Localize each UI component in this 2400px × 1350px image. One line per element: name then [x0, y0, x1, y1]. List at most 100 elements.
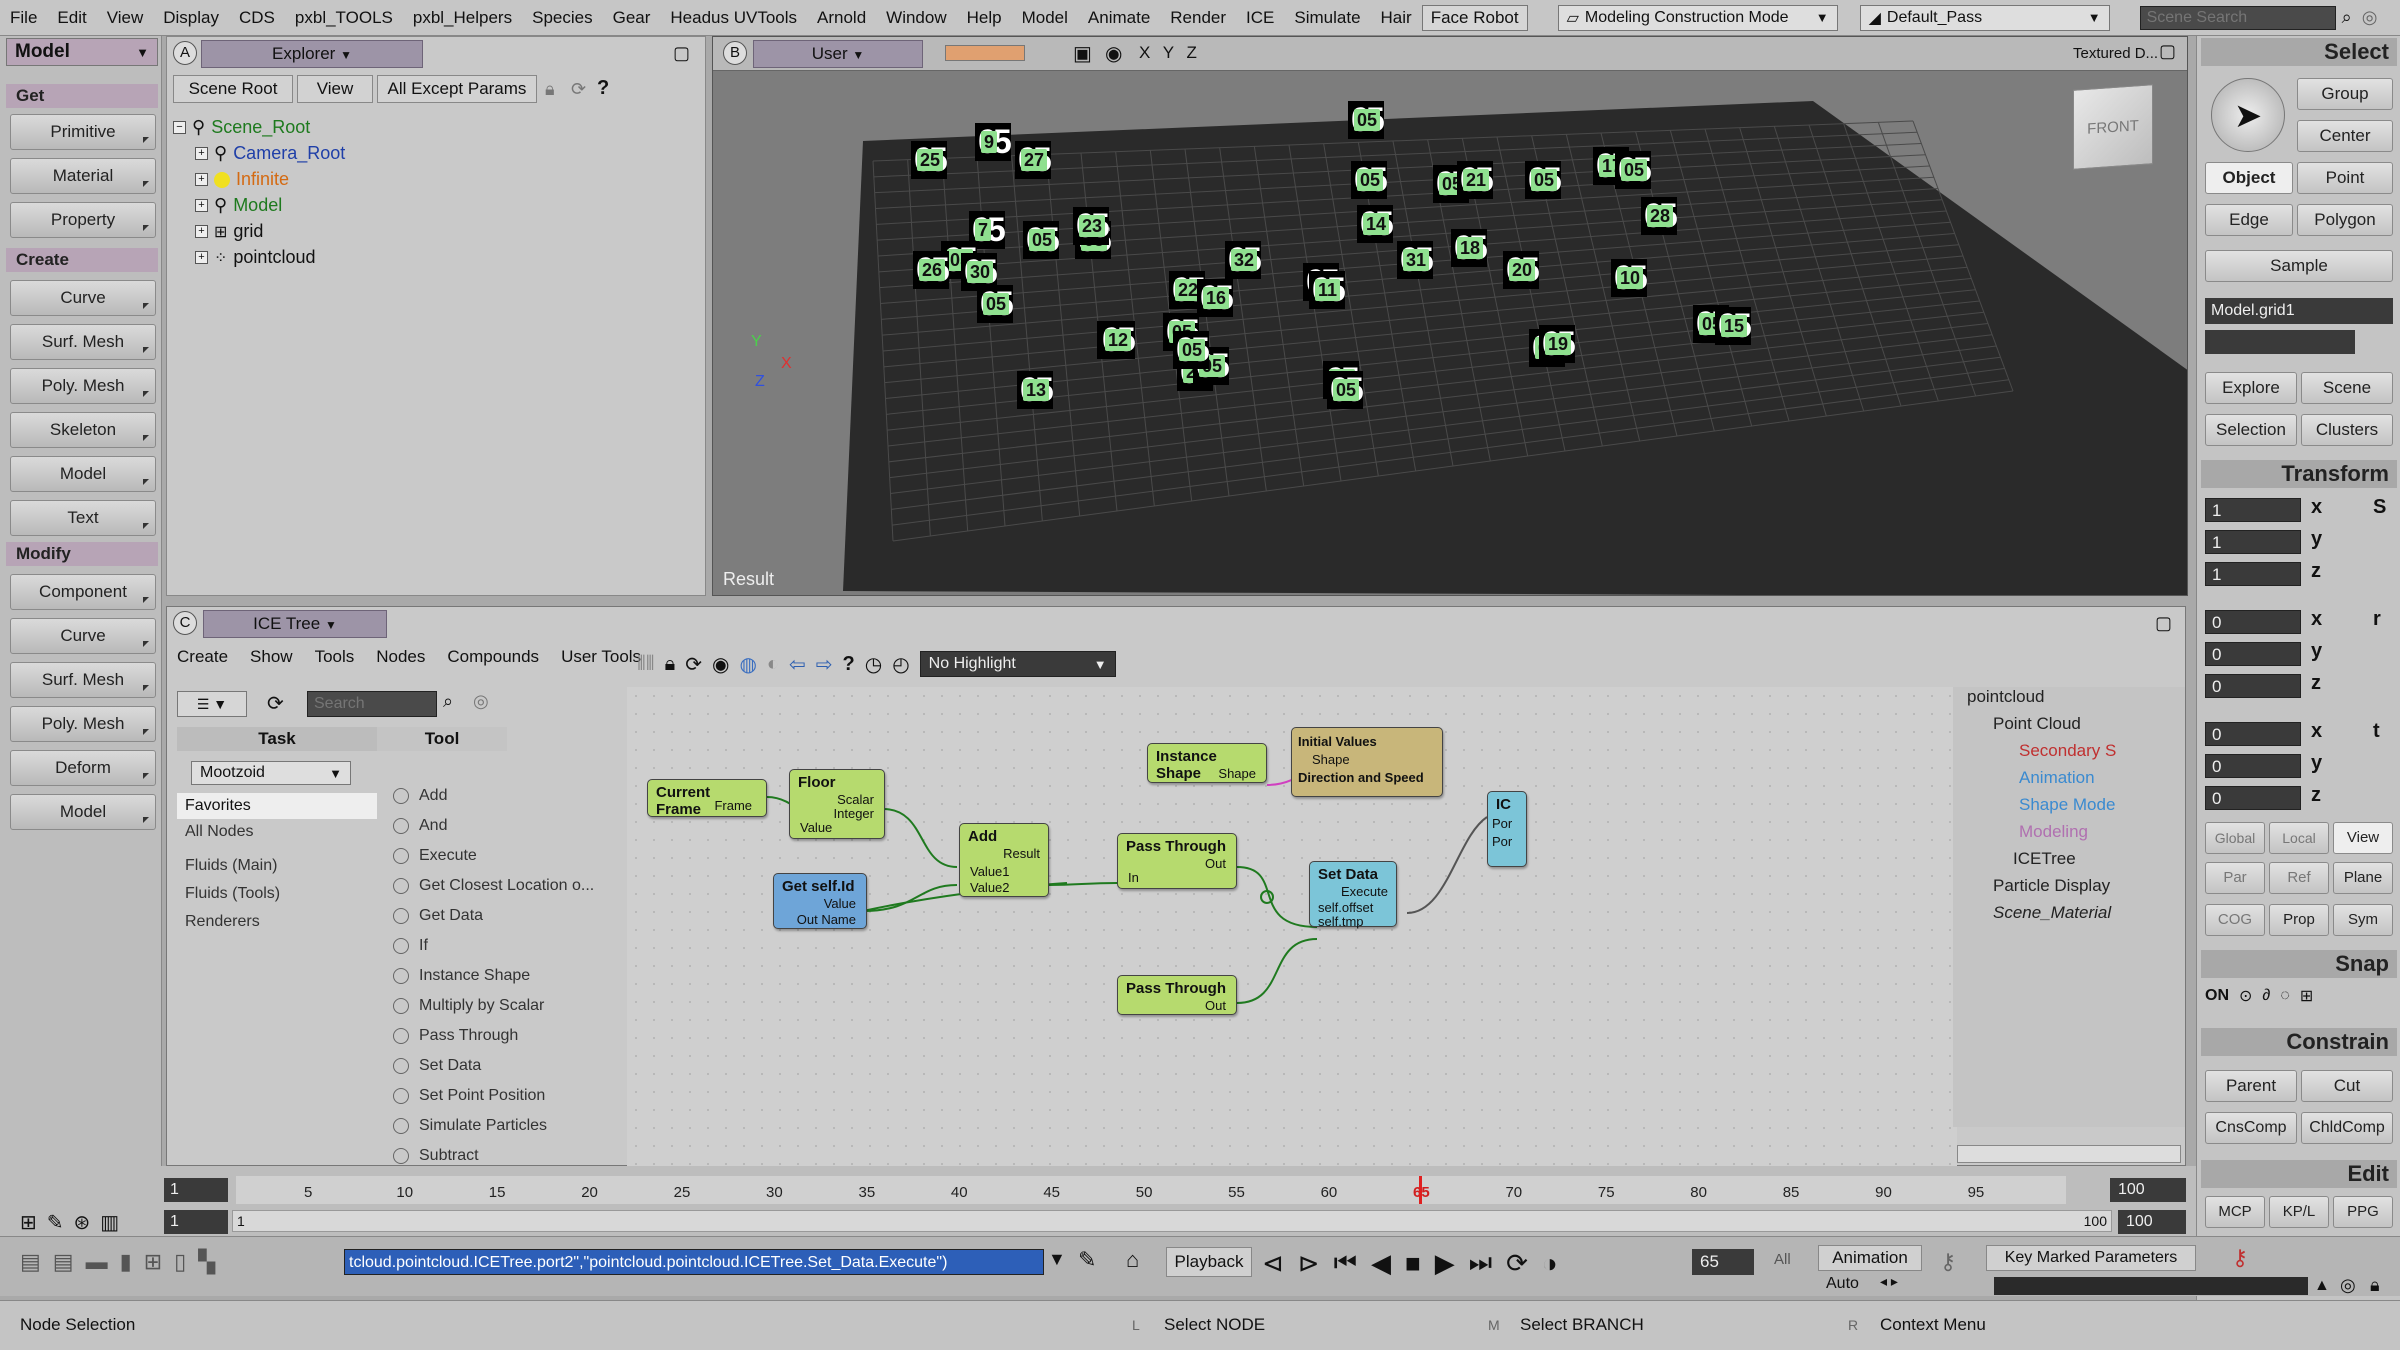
help-icon[interactable]: ? [843, 653, 855, 676]
scene-search-input[interactable] [2139, 5, 2336, 30]
tree-item-model[interactable]: + ⚲ Model [195, 195, 282, 216]
node-floor[interactable]: Floor Scalar Integer Value [789, 769, 885, 839]
par-button[interactable]: Par [2205, 862, 2265, 894]
menu-headus[interactable]: Headus UVTools [660, 8, 807, 28]
stop-icon[interactable]: ■ [1405, 1248, 1421, 1279]
tab-task[interactable]: Task [177, 727, 377, 751]
camera-select[interactable]: User ▼ [753, 40, 923, 68]
menu-model[interactable]: Model [1012, 8, 1078, 28]
scale-x-field[interactable]: 1 [2205, 498, 2301, 522]
construction-mode-select[interactable]: ▱ Modeling Construction Mode ▼ [1557, 4, 1838, 31]
expand-icon[interactable]: + [195, 251, 208, 264]
port-integer[interactable]: Integer [834, 806, 874, 821]
arrow-right-icon[interactable]: ⇨ [816, 652, 833, 677]
scale-y-field[interactable]: 1 [2205, 530, 2301, 554]
layout-3-icon[interactable]: ▬ [86, 1249, 108, 1275]
translate-x-field[interactable]: 0 [2205, 722, 2301, 746]
ice-explorer-item[interactable]: ICETree [2013, 849, 2076, 869]
ice-explorer-item[interactable]: Point Cloud [1993, 714, 2081, 734]
port-value[interactable]: Value [824, 896, 856, 911]
scene-button[interactable]: Scene [2301, 372, 2393, 404]
translate-z-field[interactable]: 0 [2205, 786, 2301, 810]
modify-model-button[interactable]: Model [10, 794, 156, 830]
sym-button[interactable]: Sym [2333, 904, 2393, 936]
layout-2-icon[interactable]: ▤ [53, 1249, 74, 1275]
scale-z-field[interactable]: 1 [2205, 562, 2301, 586]
modify-deform-button[interactable]: Deform [10, 750, 156, 786]
node-list-item[interactable]: Set Data [393, 1057, 481, 1075]
refresh-icon[interactable]: ⟳ [267, 691, 284, 716]
brush-icon[interactable]: ✎ [47, 1210, 64, 1235]
node-list-item[interactable]: Add [393, 787, 447, 805]
loop-icon[interactable]: ⟳ [1506, 1248, 1528, 1279]
translate-mode-toggle[interactable]: t [2373, 720, 2380, 743]
node-list-item[interactable]: Get Closest Location o... [393, 877, 594, 895]
port-scalar[interactable]: Scalar [837, 792, 874, 807]
menu-hair[interactable]: Hair [1371, 8, 1422, 28]
modify-curve-button[interactable]: Curve [10, 618, 156, 654]
menu-pxbl-tools[interactable]: pxbl_TOOLS [285, 8, 403, 28]
section-get[interactable]: Get [6, 84, 158, 108]
maximize-icon[interactable]: ▢ [2155, 613, 2172, 634]
local-button[interactable]: Local [2269, 822, 2329, 854]
modify-poly-mesh-button[interactable]: Poly. Mesh [10, 706, 156, 742]
rotate-z-field[interactable]: 0 [2205, 674, 2301, 698]
shading-mode[interactable]: Textured D... [2073, 45, 2158, 62]
viewport-letter-c[interactable]: C [173, 611, 197, 635]
refresh-icon[interactable]: ⟳ [571, 79, 586, 100]
mcp-button[interactable]: MCP [2205, 1196, 2265, 1228]
node-list-item[interactable]: Get Data [393, 907, 483, 925]
rotate-axis-label[interactable]: x [2311, 608, 2322, 631]
ice-menu-compounds[interactable]: Compounds [447, 647, 539, 667]
last-frame-icon[interactable]: ⏭ [1469, 1247, 1492, 1279]
view-button[interactable]: View [297, 75, 373, 103]
explore-button[interactable]: Explore [2205, 372, 2297, 404]
key-icon[interactable]: ⚷ [1940, 1249, 1956, 1275]
menu-cds[interactable]: CDS [229, 8, 285, 28]
ice-explorer-item[interactable]: Animation [2019, 768, 2095, 788]
rotate-axis-label[interactable]: z [2311, 672, 2321, 695]
chevron-up-icon[interactable]: ▲ [2314, 1277, 2330, 1295]
menu-window[interactable]: Window [876, 8, 956, 28]
view-cube[interactable]: FRONT [2073, 84, 2153, 170]
expand-icon[interactable]: + [195, 173, 208, 186]
menu-ice[interactable]: ICE [1236, 8, 1284, 28]
port-out-name[interactable]: Out Name [797, 912, 856, 927]
clear-icon[interactable]: ◎ [473, 691, 489, 712]
expand-icon[interactable]: + [195, 225, 208, 238]
chevron-down-icon[interactable]: ▼ [1048, 1249, 1066, 1270]
tree-item-scene-root[interactable]: − ⚲ Scene_Root [173, 117, 310, 138]
node-list-item[interactable]: Subtract [393, 1147, 479, 1165]
node-instance-shape[interactable]: Instance Shape Shape [1147, 743, 1267, 783]
clock-icon[interactable]: ◴ [892, 652, 909, 677]
ice-menu-nodes[interactable]: Nodes [376, 647, 425, 667]
command-line[interactable]: tcloud.pointcloud.ICETree.port2","pointc… [344, 1249, 1044, 1275]
ppg-button[interactable]: PPG [2333, 1196, 2393, 1228]
key-marked-parameters-button[interactable]: Key Marked Parameters [1986, 1245, 2196, 1271]
port-in[interactable]: In [1128, 870, 1139, 885]
section-modify[interactable]: Modify [6, 542, 158, 566]
all-toggle[interactable]: All [1774, 1251, 1791, 1268]
global-button[interactable]: Global [2205, 822, 2265, 854]
port-shape[interactable]: Shape [1218, 766, 1256, 781]
node-list-item[interactable]: Instance Shape [393, 967, 530, 985]
timeline-start-field[interactable]: 1 [164, 1178, 228, 1202]
create-curve-button[interactable]: Curve [10, 280, 156, 316]
modify-component-button[interactable]: Component [10, 574, 156, 610]
snap-curve-icon[interactable]: ∂ [2262, 987, 2270, 1005]
select-title[interactable]: Select [2201, 38, 2397, 66]
help-icon[interactable]: ? [597, 77, 609, 100]
create-surf-mesh-button[interactable]: Surf. Mesh [10, 324, 156, 360]
port-2[interactable]: Por [1492, 834, 1512, 849]
create-model-button[interactable]: Model [10, 456, 156, 492]
viewport-letter-b[interactable]: B [723, 41, 747, 65]
timeline-ruler[interactable]: 5101520253035404550556065707580859095 [236, 1176, 2066, 1204]
preset-select[interactable]: Mootzoid ▼ [191, 761, 351, 785]
node-list-item[interactable]: If [393, 937, 428, 955]
cog-button[interactable]: COG [2205, 904, 2265, 936]
node-list-item[interactable]: Set Point Position [393, 1087, 545, 1105]
plane-button[interactable]: Plane [2333, 862, 2393, 894]
ice-menu-create[interactable]: Create [177, 647, 228, 667]
layout-6-icon[interactable]: ▯ [174, 1249, 186, 1275]
node-add[interactable]: Add Result Value1 Value2 [959, 823, 1049, 897]
